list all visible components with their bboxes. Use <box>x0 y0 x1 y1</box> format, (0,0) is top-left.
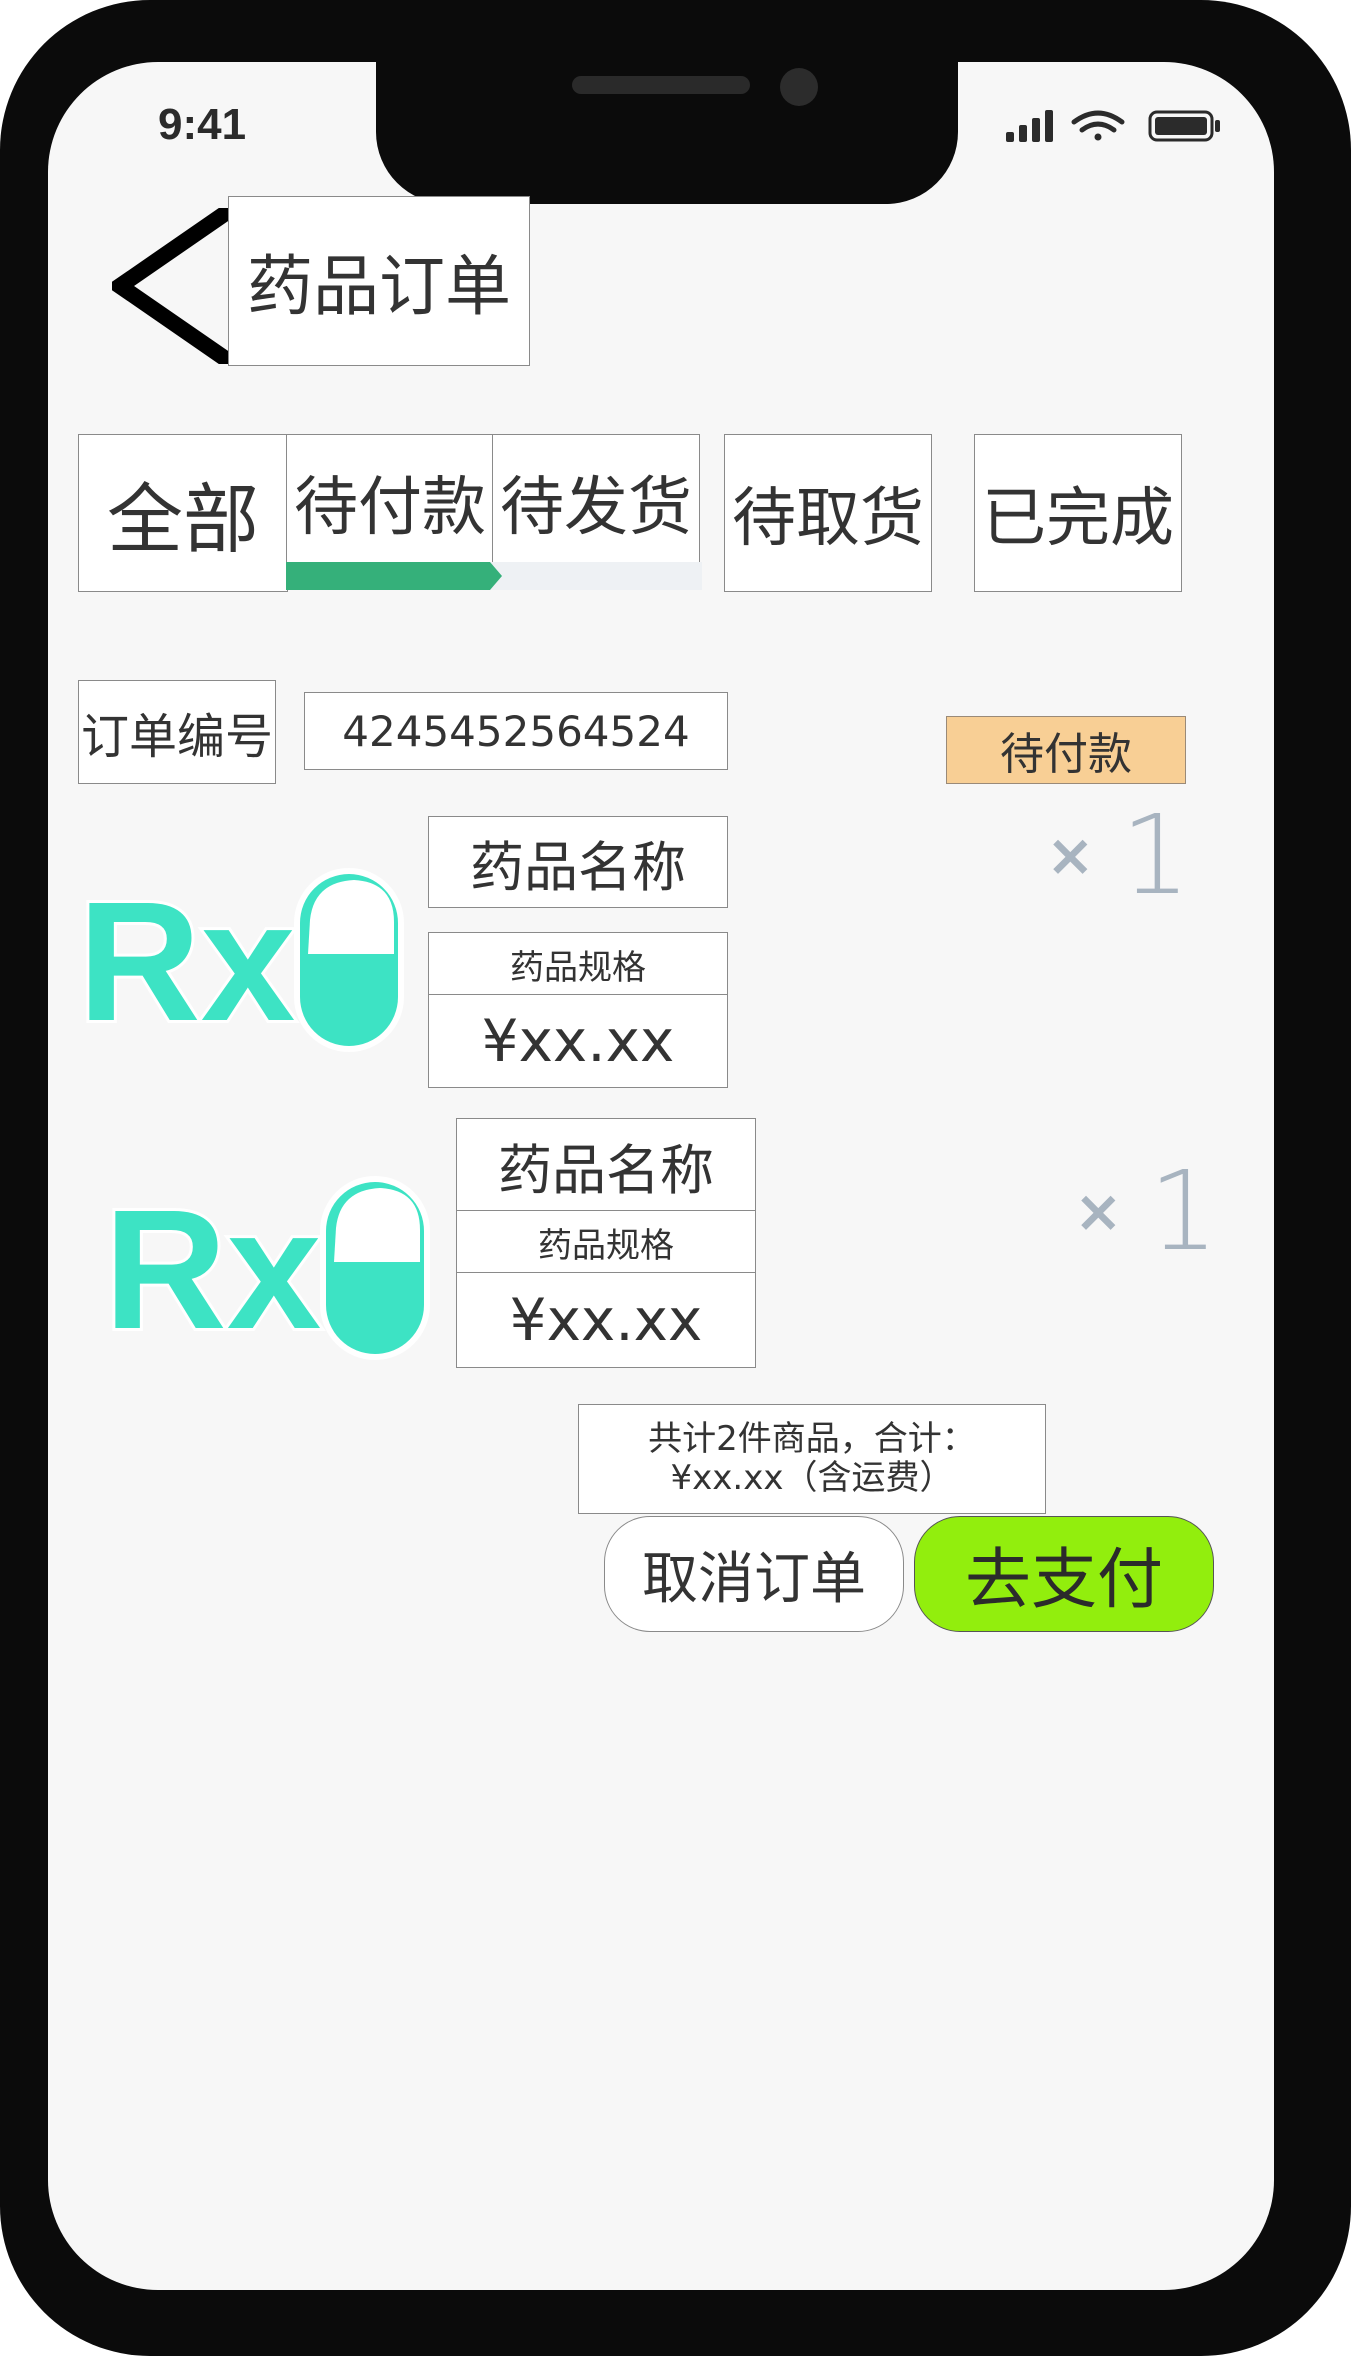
item-2-spec: 药品规格 <box>456 1210 756 1274</box>
page-title: 药品订单 <box>228 196 530 366</box>
svg-text:Rx: Rx <box>78 867 295 1056</box>
item-1-price: ¥xx.xx <box>428 994 728 1088</box>
battery-icon <box>1148 110 1220 142</box>
status-time: 9:41 <box>158 100 247 149</box>
notch <box>376 62 958 204</box>
item-1-name[interactable]: 药品名称 <box>428 816 728 908</box>
summary-count-line: 共计2件商品，合计： <box>648 1418 976 1459</box>
item-2-quantity-symbol: × <box>1074 1177 1123 1245</box>
front-camera <box>780 68 818 106</box>
speaker-grille <box>572 76 750 94</box>
tab-completed[interactable]: 已完成 <box>974 434 1182 592</box>
item-1-quantity: × 1 <box>1046 790 1191 920</box>
tab-pending-pickup[interactable]: 待取货 <box>724 434 932 592</box>
rx-capsule-icon: Rx <box>78 864 404 1056</box>
order-number-label: 订单编号 <box>78 680 276 784</box>
wifi-icon <box>1071 110 1125 141</box>
item-1-quantity-symbol: × <box>1046 821 1095 889</box>
item-1-quantity-value: 1 <box>1120 791 1191 919</box>
tab-pending-payment[interactable]: 待付款 <box>286 434 494 568</box>
rx-capsule-icon: Rx <box>104 1172 430 1364</box>
summary-total-line: ¥xx.xx（含运费） <box>670 1458 954 1498</box>
cancel-order-button[interactable]: 取消订单 <box>604 1516 904 1632</box>
tab-all[interactable]: 全部 <box>78 434 288 592</box>
order-number-value: 4245452564524 <box>304 692 728 770</box>
pay-button[interactable]: 去支付 <box>914 1516 1214 1632</box>
tab-pending-shipment[interactable]: 待发货 <box>492 434 700 568</box>
item-2-price: ¥xx.xx <box>456 1272 756 1368</box>
svg-text:Rx: Rx <box>104 1175 321 1364</box>
item-1-spec: 药品规格 <box>428 932 728 996</box>
status-icons <box>1006 106 1246 146</box>
order-summary: 共计2件商品，合计： ¥xx.xx（含运费） <box>578 1404 1046 1514</box>
item-2-quantity-value: 1 <box>1148 1147 1219 1275</box>
order-status-badge: 待付款 <box>946 716 1186 784</box>
tab-active-indicator <box>286 562 502 590</box>
back-arrow-icon[interactable] <box>105 203 235 369</box>
item-2-name[interactable]: 药品名称 <box>456 1118 756 1212</box>
signal-icon <box>1006 110 1053 142</box>
item-2-quantity: × 1 <box>1074 1146 1219 1276</box>
